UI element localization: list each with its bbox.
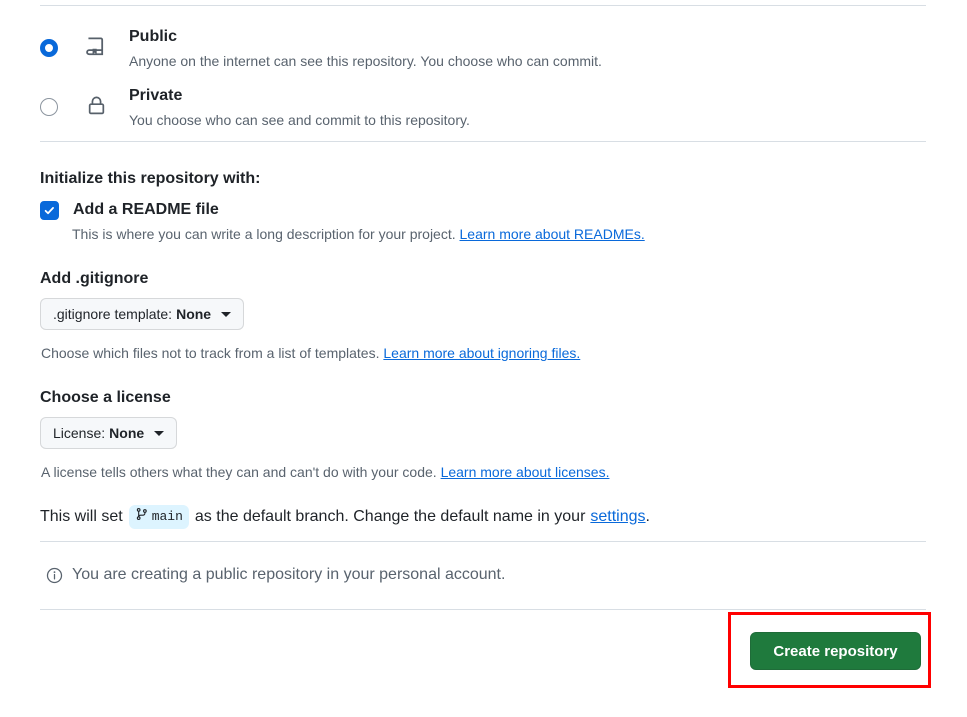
- visibility-private-title: Private: [129, 87, 183, 104]
- visibility-public-description: Anyone on the internet can see this repo…: [129, 53, 602, 69]
- license-select-value: None: [109, 425, 145, 441]
- gitignore-template-select[interactable]: .gitignore template: None: [40, 298, 245, 330]
- gitignore-select-value: None: [176, 306, 212, 322]
- info-icon: [46, 567, 63, 584]
- visibility-public-text: Public Anyone on the internet can see th…: [129, 26, 602, 71]
- lock-icon: [84, 95, 108, 116]
- readme-checkbox-row[interactable]: Add a README file: [40, 199, 219, 221]
- default-branch-line: This will set main as the default branch…: [40, 505, 650, 529]
- readme-learn-more-link[interactable]: Learn more about READMEs.: [460, 226, 645, 242]
- git-branch-icon: [135, 506, 149, 528]
- checkbox-add-readme[interactable]: [40, 201, 59, 220]
- gitignore-helper: Choose which files not to track from a l…: [41, 343, 580, 363]
- license-select[interactable]: License: None: [40, 417, 178, 449]
- chevron-down-icon: [154, 430, 165, 436]
- default-branch-name: main: [151, 509, 183, 524]
- readme-helper: This is where you can write a long descr…: [72, 224, 645, 244]
- visibility-private-text: Private You choose who can see and commi…: [129, 85, 470, 130]
- visibility-private-description: You choose who can see and commit to thi…: [129, 112, 470, 128]
- license-learn-more-link[interactable]: Learn more about licenses.: [441, 464, 610, 480]
- license-select-lead: License:: [53, 425, 106, 441]
- visibility-public-title: Public: [129, 28, 178, 45]
- visibility-option-private[interactable]: Private You choose who can see and commi…: [40, 85, 926, 130]
- initialize-heading: Initialize this repository with:: [40, 170, 261, 187]
- divider-visibility: [40, 141, 926, 142]
- visibility-option-public[interactable]: Public Anyone on the internet can see th…: [40, 26, 926, 71]
- gitignore-heading: Add .gitignore: [40, 270, 149, 287]
- readme-helper-text: This is where you can write a long descr…: [72, 226, 456, 242]
- readme-label: Add a README file: [73, 201, 219, 218]
- create-repository-button[interactable]: Create repository: [750, 632, 921, 670]
- license-heading: Choose a license: [40, 389, 171, 406]
- chevron-down-icon: [221, 311, 232, 317]
- default-branch-text-end: .: [645, 508, 650, 525]
- default-branch-text-before: This will set: [40, 508, 123, 525]
- settings-link[interactable]: settings: [590, 506, 645, 528]
- license-helper-text: A license tells others what they can and…: [41, 464, 437, 480]
- create-repository-form: Public Anyone on the internet can see th…: [0, 0, 967, 717]
- default-branch-text-after: as the default branch. Change the defaul…: [194, 508, 586, 525]
- radio-private[interactable]: [40, 98, 58, 116]
- gitignore-learn-more-link[interactable]: Learn more about ignoring files.: [383, 345, 580, 361]
- creation-notice-text: You are creating a public repository in …: [72, 566, 506, 583]
- gitignore-select-lead: .gitignore template:: [53, 306, 173, 322]
- divider-top: [40, 5, 926, 6]
- divider-notice: [40, 541, 926, 542]
- gitignore-helper-text: Choose which files not to track from a l…: [41, 345, 380, 361]
- radio-public[interactable]: [40, 39, 58, 57]
- default-branch-badge: main: [128, 505, 189, 529]
- divider-footer: [40, 609, 926, 610]
- repo-icon: [84, 36, 108, 58]
- license-helper: A license tells others what they can and…: [41, 462, 609, 482]
- creation-notice: You are creating a public repository in …: [46, 564, 505, 586]
